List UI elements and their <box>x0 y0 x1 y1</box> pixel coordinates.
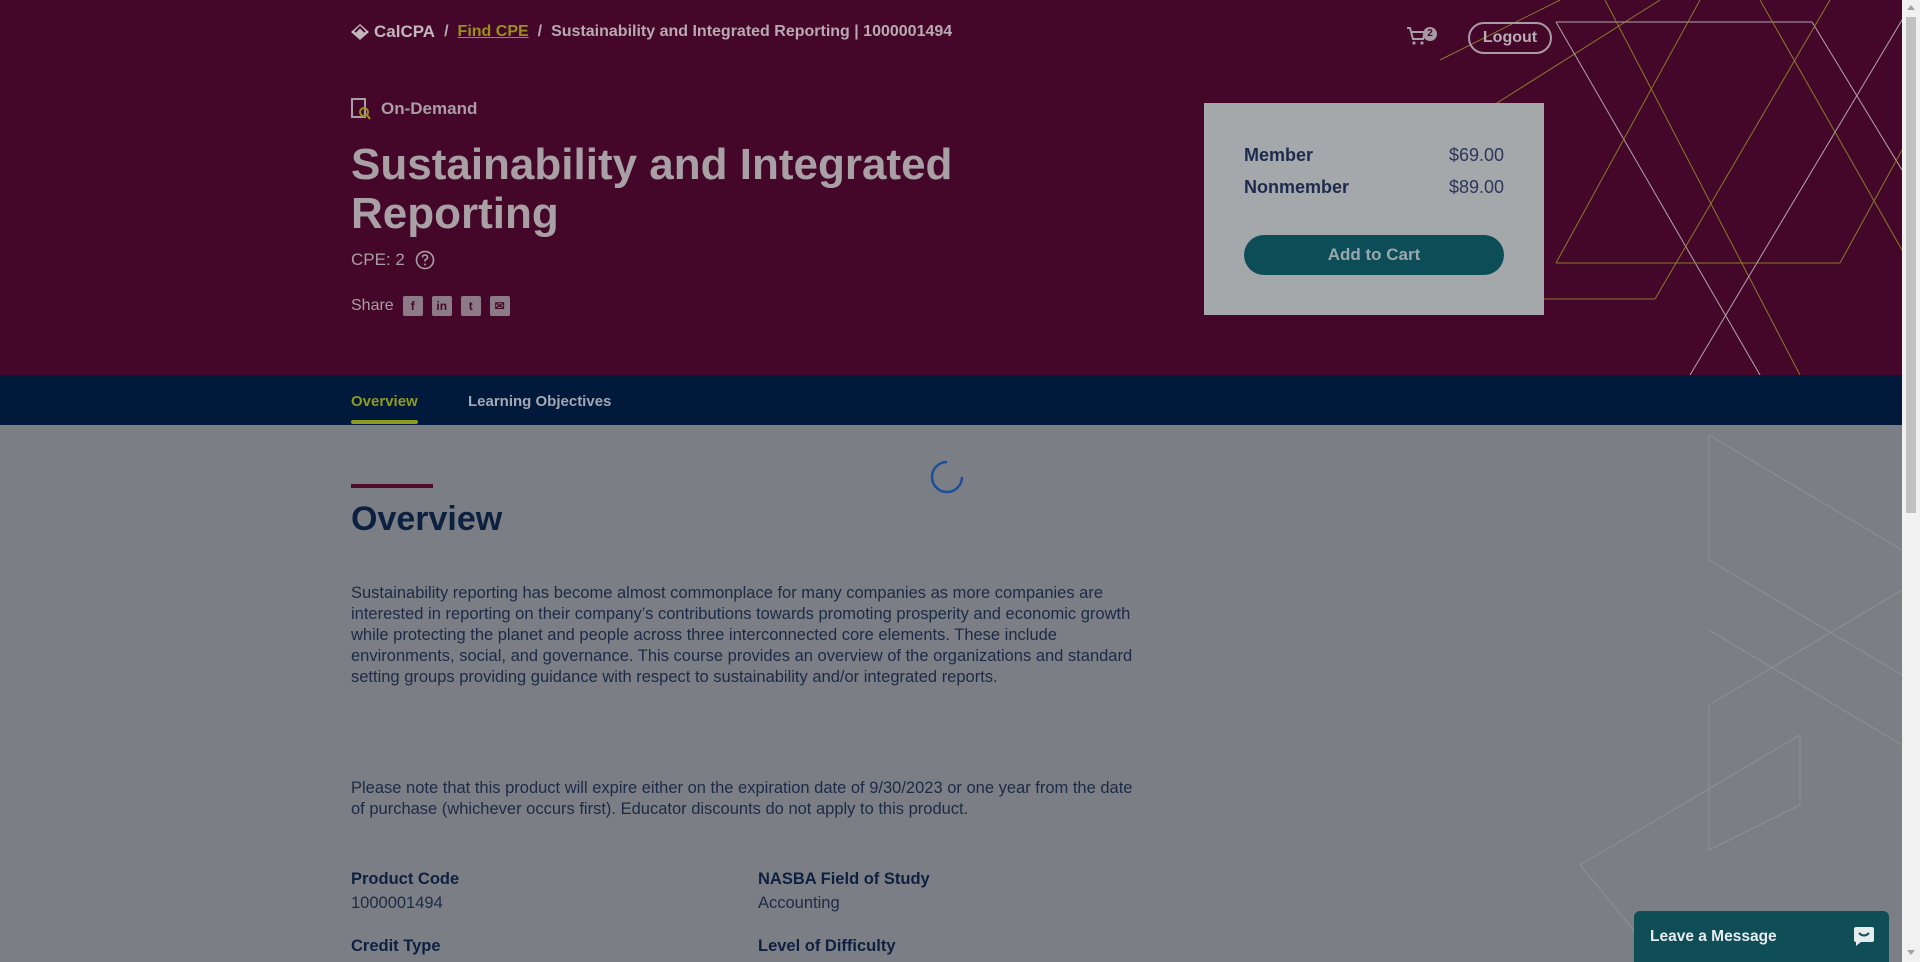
scroll-down-arrow[interactable] <box>1907 950 1915 955</box>
breadcrumb-separator: / <box>444 23 449 40</box>
cart-count-badge: 2 <box>1423 27 1437 41</box>
on-demand-icon <box>351 98 371 120</box>
nonmember-price: $89.00 <box>1448 177 1504 197</box>
nonmember-price-row: Nonmember $89.00 <box>1244 177 1504 198</box>
member-price-row: Member $69.00 <box>1244 145 1504 166</box>
product-code-label: Product Code <box>351 870 460 888</box>
tab-overview[interactable]: Overview <box>351 393 418 410</box>
difficulty-label: Level of Difficulty <box>758 937 896 955</box>
scroll-thumb[interactable] <box>1906 17 1916 513</box>
member-price: $69.00 <box>1448 145 1504 165</box>
share-row: Share f in t ✉ <box>351 296 510 316</box>
share-label: Share <box>351 297 394 314</box>
calcpa-logo-icon <box>351 24 369 40</box>
pricing-card: Member $69.00 Nonmember $89.00 Add to Ca… <box>1204 103 1544 315</box>
loading-spinner-icon <box>930 460 964 494</box>
breadcrumb-separator: / <box>537 23 543 40</box>
email-icon[interactable]: ✉ <box>489 296 510 316</box>
facebook-icon[interactable]: f <box>402 296 423 316</box>
member-label: Member <box>1244 145 1314 165</box>
field-of-study-label: NASBA Field of Study <box>758 870 930 888</box>
twitter-icon[interactable]: t <box>460 296 481 316</box>
calcpa-logo[interactable]: CalCPA <box>351 22 435 42</box>
add-to-cart-button[interactable]: Add to Cart <box>1244 235 1504 275</box>
active-tab-indicator <box>351 420 418 424</box>
overview-description: Sustainability reporting has become almo… <box>351 584 1133 686</box>
course-title: Sustainability and Integrated Reporting <box>351 140 953 238</box>
expiration-note: Please note that this product will expir… <box>351 779 1133 818</box>
decorative-lines <box>1579 434 1902 962</box>
breadcrumb: CalCPA / Find CPE / Sustainability and I… <box>351 20 952 44</box>
scroll-up-arrow[interactable] <box>1907 5 1915 10</box>
cpe-credits: CPE: 2 <box>351 250 435 270</box>
cpe-label: CPE: 2 <box>351 250 405 269</box>
nonmember-label: Nonmember <box>1244 177 1350 197</box>
leave-message-widget[interactable]: Leave a Message <box>1634 911 1889 962</box>
overview-heading: Overview <box>351 500 503 538</box>
format-label: On-Demand <box>351 98 477 120</box>
breadcrumb-current: Sustainability and Integrated Reporting … <box>551 23 953 40</box>
linkedin-icon[interactable]: in <box>431 296 452 316</box>
format-text: On-Demand <box>381 99 478 118</box>
breadcrumb-find-cpe-link[interactable]: Find CPE <box>458 23 529 41</box>
field-of-study-value: Accounting <box>758 894 840 912</box>
tab-bar: Overview Learning Objectives <box>0 375 1902 425</box>
help-icon[interactable] <box>415 250 435 270</box>
leave-message-label: Leave a Message <box>1650 928 1777 945</box>
chat-bubble-icon <box>1854 927 1874 946</box>
hero-banner: CalCPA / Find CPE / Sustainability and I… <box>0 0 1902 375</box>
section-accent-bar <box>351 484 433 488</box>
logout-button[interactable]: Logout <box>1468 22 1552 54</box>
tab-learning-objectives[interactable]: Learning Objectives <box>468 393 611 410</box>
credit-type-label: Credit Type <box>351 937 441 955</box>
page-scrollbar[interactable] <box>1902 0 1920 962</box>
product-code-value: 1000001494 <box>351 894 443 912</box>
calcpa-logo-text: CalCPA <box>374 22 436 41</box>
